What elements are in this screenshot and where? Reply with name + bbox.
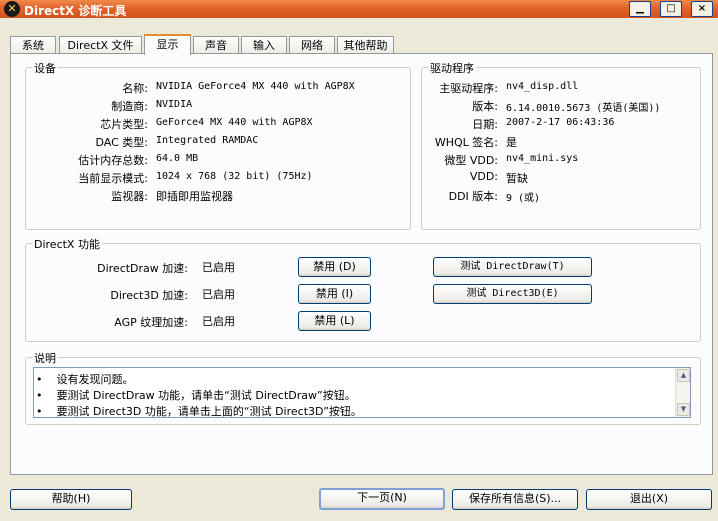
agp-texture-accel-label: AGP 纹理加速:: [114, 316, 188, 329]
directx-features-title: DirectX 功能: [32, 236, 102, 252]
notes-scrollbar[interactable]: ▲ ▼: [675, 368, 690, 417]
direct3d-accel-label: Direct3D 加速:: [110, 289, 188, 302]
driver-ddi-value: 9 (或): [506, 193, 541, 204]
device-name-label: 名称:: [122, 82, 148, 95]
note-line: • 要测试 DirectDraw 功能，请单击“测试 DirectDraw”按钮。: [36, 389, 356, 402]
device-memory-label: 估计内存总数:: [78, 154, 148, 167]
tab-input[interactable]: 输入: [241, 36, 287, 54]
disable-direct3d-button[interactable]: 禁用 (I): [298, 284, 371, 304]
help-button[interactable]: 帮助(H): [10, 489, 132, 510]
driver-main-value: nv4_disp.dll: [506, 81, 579, 92]
direct3d-accel-status: 已启用: [202, 288, 235, 301]
driver-whql-label: WHQL 签名:: [434, 136, 498, 149]
driver-date-label: 日期:: [472, 118, 498, 131]
driver-date-value: 2007-2-17 06:43:36: [506, 117, 615, 128]
driver-version-value: 6.14.0010.5673 (英语(美国)): [506, 103, 661, 114]
next-page-button[interactable]: 下一页(N): [319, 488, 445, 510]
title-bar: ✕ DirectX 诊断工具 ▁ □ ×: [0, 0, 718, 18]
note-line: • 设有发现问题。: [36, 373, 134, 386]
tab-system[interactable]: 系统: [10, 36, 56, 54]
device-monitor-label: 监视器:: [111, 190, 148, 203]
driver-ddi-label: DDI 版本:: [448, 190, 498, 203]
scroll-down-icon[interactable]: ▼: [677, 403, 690, 416]
driver-version-label: 版本:: [472, 100, 498, 113]
close-button[interactable]: ×: [691, 1, 713, 17]
agp-texture-accel-status: 已启用: [202, 315, 235, 328]
directx-icon: ✕: [4, 1, 20, 17]
device-display-mode-label: 当前显示模式:: [78, 172, 148, 185]
driver-mini-vdd-label: 微型 VDD:: [444, 154, 498, 167]
tab-display[interactable]: 显示: [144, 34, 191, 55]
disable-directdraw-button[interactable]: 禁用 (D): [298, 257, 371, 277]
driver-whql-value: 是: [506, 136, 517, 149]
directdraw-accel-status: 已启用: [202, 261, 235, 274]
maximize-button[interactable]: □: [660, 1, 682, 17]
window-title: DirectX 诊断工具: [24, 4, 127, 18]
device-display-mode-value: 1024 x 768 (32 bit) (75Hz): [156, 171, 313, 182]
test-directdraw-button[interactable]: 测试 DirectDraw(T): [433, 257, 592, 277]
driver-main-label: 主驱动程序:: [439, 82, 498, 95]
device-manufacturer-label: 制造商:: [111, 100, 148, 113]
tab-directx-files[interactable]: DirectX 文件: [59, 36, 142, 54]
save-all-info-button[interactable]: 保存所有信息(S)...: [452, 489, 578, 510]
note-line: • 要测试 Direct3D 功能，请单击上面的“测试 Direct3D”按钮。: [36, 405, 362, 418]
notes-box[interactable]: • 设有发现问题。 • 要测试 DirectDraw 功能，请单击“测试 Direc…: [33, 367, 691, 418]
directdraw-accel-label: DirectDraw 加速:: [97, 262, 188, 275]
device-group-title: 设备: [32, 60, 58, 76]
device-monitor-value: 即插即用监视器: [156, 190, 233, 203]
disable-agp-button[interactable]: 禁用 (L): [298, 311, 371, 331]
device-dac-label: DAC 类型:: [95, 136, 149, 149]
notes-title: 说明: [32, 350, 58, 366]
device-name-value: NVIDIA GeForce4 MX 440 with AGP8X: [156, 81, 355, 92]
device-manufacturer-value: NVIDIA: [156, 99, 193, 110]
scroll-up-icon[interactable]: ▲: [677, 369, 690, 382]
driver-vdd-label: VDD:: [469, 170, 498, 183]
device-memory-value: 64.0 MB: [156, 153, 199, 164]
device-chip-value: GeForce4 MX 440 with AGP8X: [156, 117, 313, 128]
tab-sound[interactable]: 声音: [193, 36, 239, 54]
tab-more-help[interactable]: 其他帮助: [337, 36, 394, 54]
minimize-button[interactable]: ▁: [629, 1, 651, 17]
driver-group-title: 驱动程序: [428, 60, 476, 76]
device-dac-value: Integrated RAMDAC: [156, 135, 259, 146]
driver-vdd-value: 暂缺: [506, 172, 528, 185]
driver-mini-vdd-value: nv4_mini.sys: [506, 153, 579, 164]
device-chip-label: 芯片类型:: [100, 118, 148, 131]
tab-network[interactable]: 网络: [289, 36, 335, 54]
exit-button[interactable]: 退出(X): [586, 489, 712, 510]
test-direct3d-button[interactable]: 测试 Direct3D(E): [433, 284, 592, 304]
